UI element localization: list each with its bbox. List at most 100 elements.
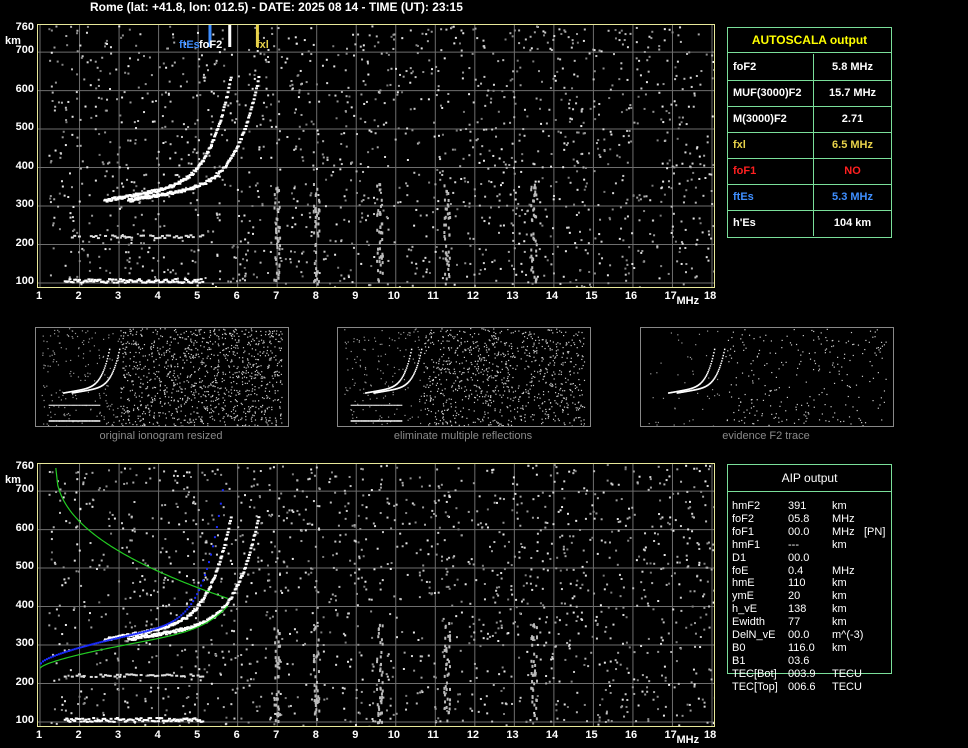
aip-row: B1 03.6 xyxy=(732,655,892,668)
aip-name: foF1 xyxy=(732,525,755,538)
x-tick-label: 7 xyxy=(273,729,280,741)
autoscala-row: h'Es 104 km xyxy=(728,210,891,236)
aip-val: 116.0 xyxy=(788,641,815,654)
aip-val: 77 xyxy=(788,616,801,629)
aip-val: 05.8 xyxy=(788,512,810,525)
aip-name: ymE xyxy=(732,590,754,603)
aip-row: TEC[Top] 006.6 TECU xyxy=(732,681,892,694)
y-tick-label: 500 xyxy=(15,121,34,134)
autoscala-value: 5.8 MHz xyxy=(813,54,891,80)
y-tick-label: 600 xyxy=(15,82,34,95)
x-tick-label: 1 xyxy=(36,729,43,741)
y-tick-label: 400 xyxy=(15,159,34,172)
x-unit-label: MHz xyxy=(676,734,700,746)
y-tick-label: 200 xyxy=(15,236,34,249)
aip-unit: TECU xyxy=(832,680,862,693)
x-tick-label: 8 xyxy=(312,729,319,741)
autoscala-row: foF1 NO xyxy=(728,158,891,185)
aip-row: hmF1 --- km xyxy=(732,539,892,552)
x-tick-label: 12 xyxy=(466,729,480,741)
aip-val: 391 xyxy=(788,500,807,512)
autoscala-value: 6.5 MHz xyxy=(813,132,891,158)
x-tick-label: 18 xyxy=(704,729,717,741)
autoscala-key: fxl xyxy=(733,139,746,151)
autoscala-key: M(3000)F2 xyxy=(733,113,787,125)
y-tick-label: 100 xyxy=(15,275,34,287)
autoscala-value: NO xyxy=(813,158,891,184)
x-tick-label: 7 xyxy=(273,290,280,302)
autoscala-key: h'Es xyxy=(733,217,756,229)
autoscala-row: ftEs 5.3 MHz xyxy=(728,184,891,211)
x-tick-label: 6 xyxy=(233,290,240,302)
aip-val: 20 xyxy=(788,590,801,603)
aip-title: AIP output xyxy=(728,465,891,492)
x-tick-label: 6 xyxy=(233,729,240,741)
aip-name: TEC[Top] xyxy=(732,680,778,693)
x-tick-label: 16 xyxy=(624,729,638,741)
autoscala-key: ftEs xyxy=(733,191,754,203)
aip-row: B0 116.0 km xyxy=(732,642,892,655)
x-tick-label: 10 xyxy=(387,729,400,741)
aip-unit: MHz xyxy=(832,564,855,577)
x-tick-label: 14 xyxy=(545,729,559,741)
x-tick-label: 18 xyxy=(704,290,717,302)
aip-val: 003.9 xyxy=(788,667,816,680)
aip-unit: km xyxy=(832,616,847,629)
thumb-evidence-f2 xyxy=(640,327,894,427)
autoscala-value: 5.3 MHz xyxy=(813,184,891,210)
aip-unit: MHz xyxy=(832,512,855,525)
aip-row: Ewidth 77 km xyxy=(732,616,892,629)
x-tick-label: 11 xyxy=(427,729,439,741)
x-unit-label: MHz xyxy=(676,295,700,307)
x-tick-label: 8 xyxy=(312,290,319,302)
x-tick-label: 17 xyxy=(664,290,677,302)
x-tick-label: 4 xyxy=(154,729,161,741)
aip-name: TEC[Bot] xyxy=(732,667,777,680)
aip-name: Ewidth xyxy=(732,616,766,629)
autoscala-panel: AUTOSCALA output foF2 5.8 MHz MUF(3000)F2 1… xyxy=(727,27,892,238)
autoscala-row: MUF(3000)F2 15.7 MHz xyxy=(728,80,891,107)
autoscala-row: foF2 5.8 MHz xyxy=(728,54,891,81)
ftEs-marker-label: ftEs xyxy=(179,39,200,51)
aip-name: hmE xyxy=(732,577,755,590)
aip-extra: [PN] xyxy=(864,525,886,538)
y-unit-label: km xyxy=(5,35,21,47)
x-tick-label: 9 xyxy=(352,729,359,741)
autoscala-value: 2.71 xyxy=(813,106,891,132)
x-tick-label: 11 xyxy=(427,290,439,302)
aip-val: 00.0 xyxy=(788,629,810,641)
aip-row: foF1 00.0 MHz [PN] xyxy=(732,526,892,539)
aip-val: --- xyxy=(788,538,799,551)
aip-unit: TECU xyxy=(832,667,862,680)
autoscala-value: 104 km xyxy=(813,210,891,236)
y-tick-label: 400 xyxy=(15,598,34,611)
y-tick-label: 760 xyxy=(15,21,34,33)
aip-row: foF2 05.8 MHz xyxy=(732,513,892,526)
aip-val: 110 xyxy=(788,577,806,590)
ionogram-bottom xyxy=(37,463,715,727)
x-tick-label: 5 xyxy=(194,290,201,302)
x-tick-label: 16 xyxy=(624,290,638,302)
aip-name: foE xyxy=(732,564,749,577)
aip-name: hmF1 xyxy=(732,538,761,551)
aip-unit: km xyxy=(832,603,847,616)
aip-row: D1 00.0 xyxy=(732,552,892,565)
aip-name: D1 xyxy=(732,551,747,564)
aip-val: 00.0 xyxy=(788,525,810,538)
aip-val: 00.0 xyxy=(788,551,810,564)
x-tick-label: 10 xyxy=(387,290,400,302)
thumb-eliminate-multiple xyxy=(337,327,591,427)
x-tick-label: 15 xyxy=(585,290,598,302)
y-tick-label: 760 xyxy=(15,460,34,472)
x-tick-label: 3 xyxy=(115,290,122,302)
aip-unit: km xyxy=(832,500,847,512)
aip-val: 0.4 xyxy=(788,564,804,577)
aip-row: foE 0.4 MHz xyxy=(732,565,892,578)
x-tick-label: 17 xyxy=(664,729,677,741)
y-tick-label: 200 xyxy=(15,675,34,688)
aip-unit: km xyxy=(832,641,847,654)
thumb-original xyxy=(35,327,289,427)
aip-row: h_vE 138 km xyxy=(732,603,892,616)
aip-name: h_vE xyxy=(732,603,758,616)
x-tick-label: 3 xyxy=(115,729,122,741)
